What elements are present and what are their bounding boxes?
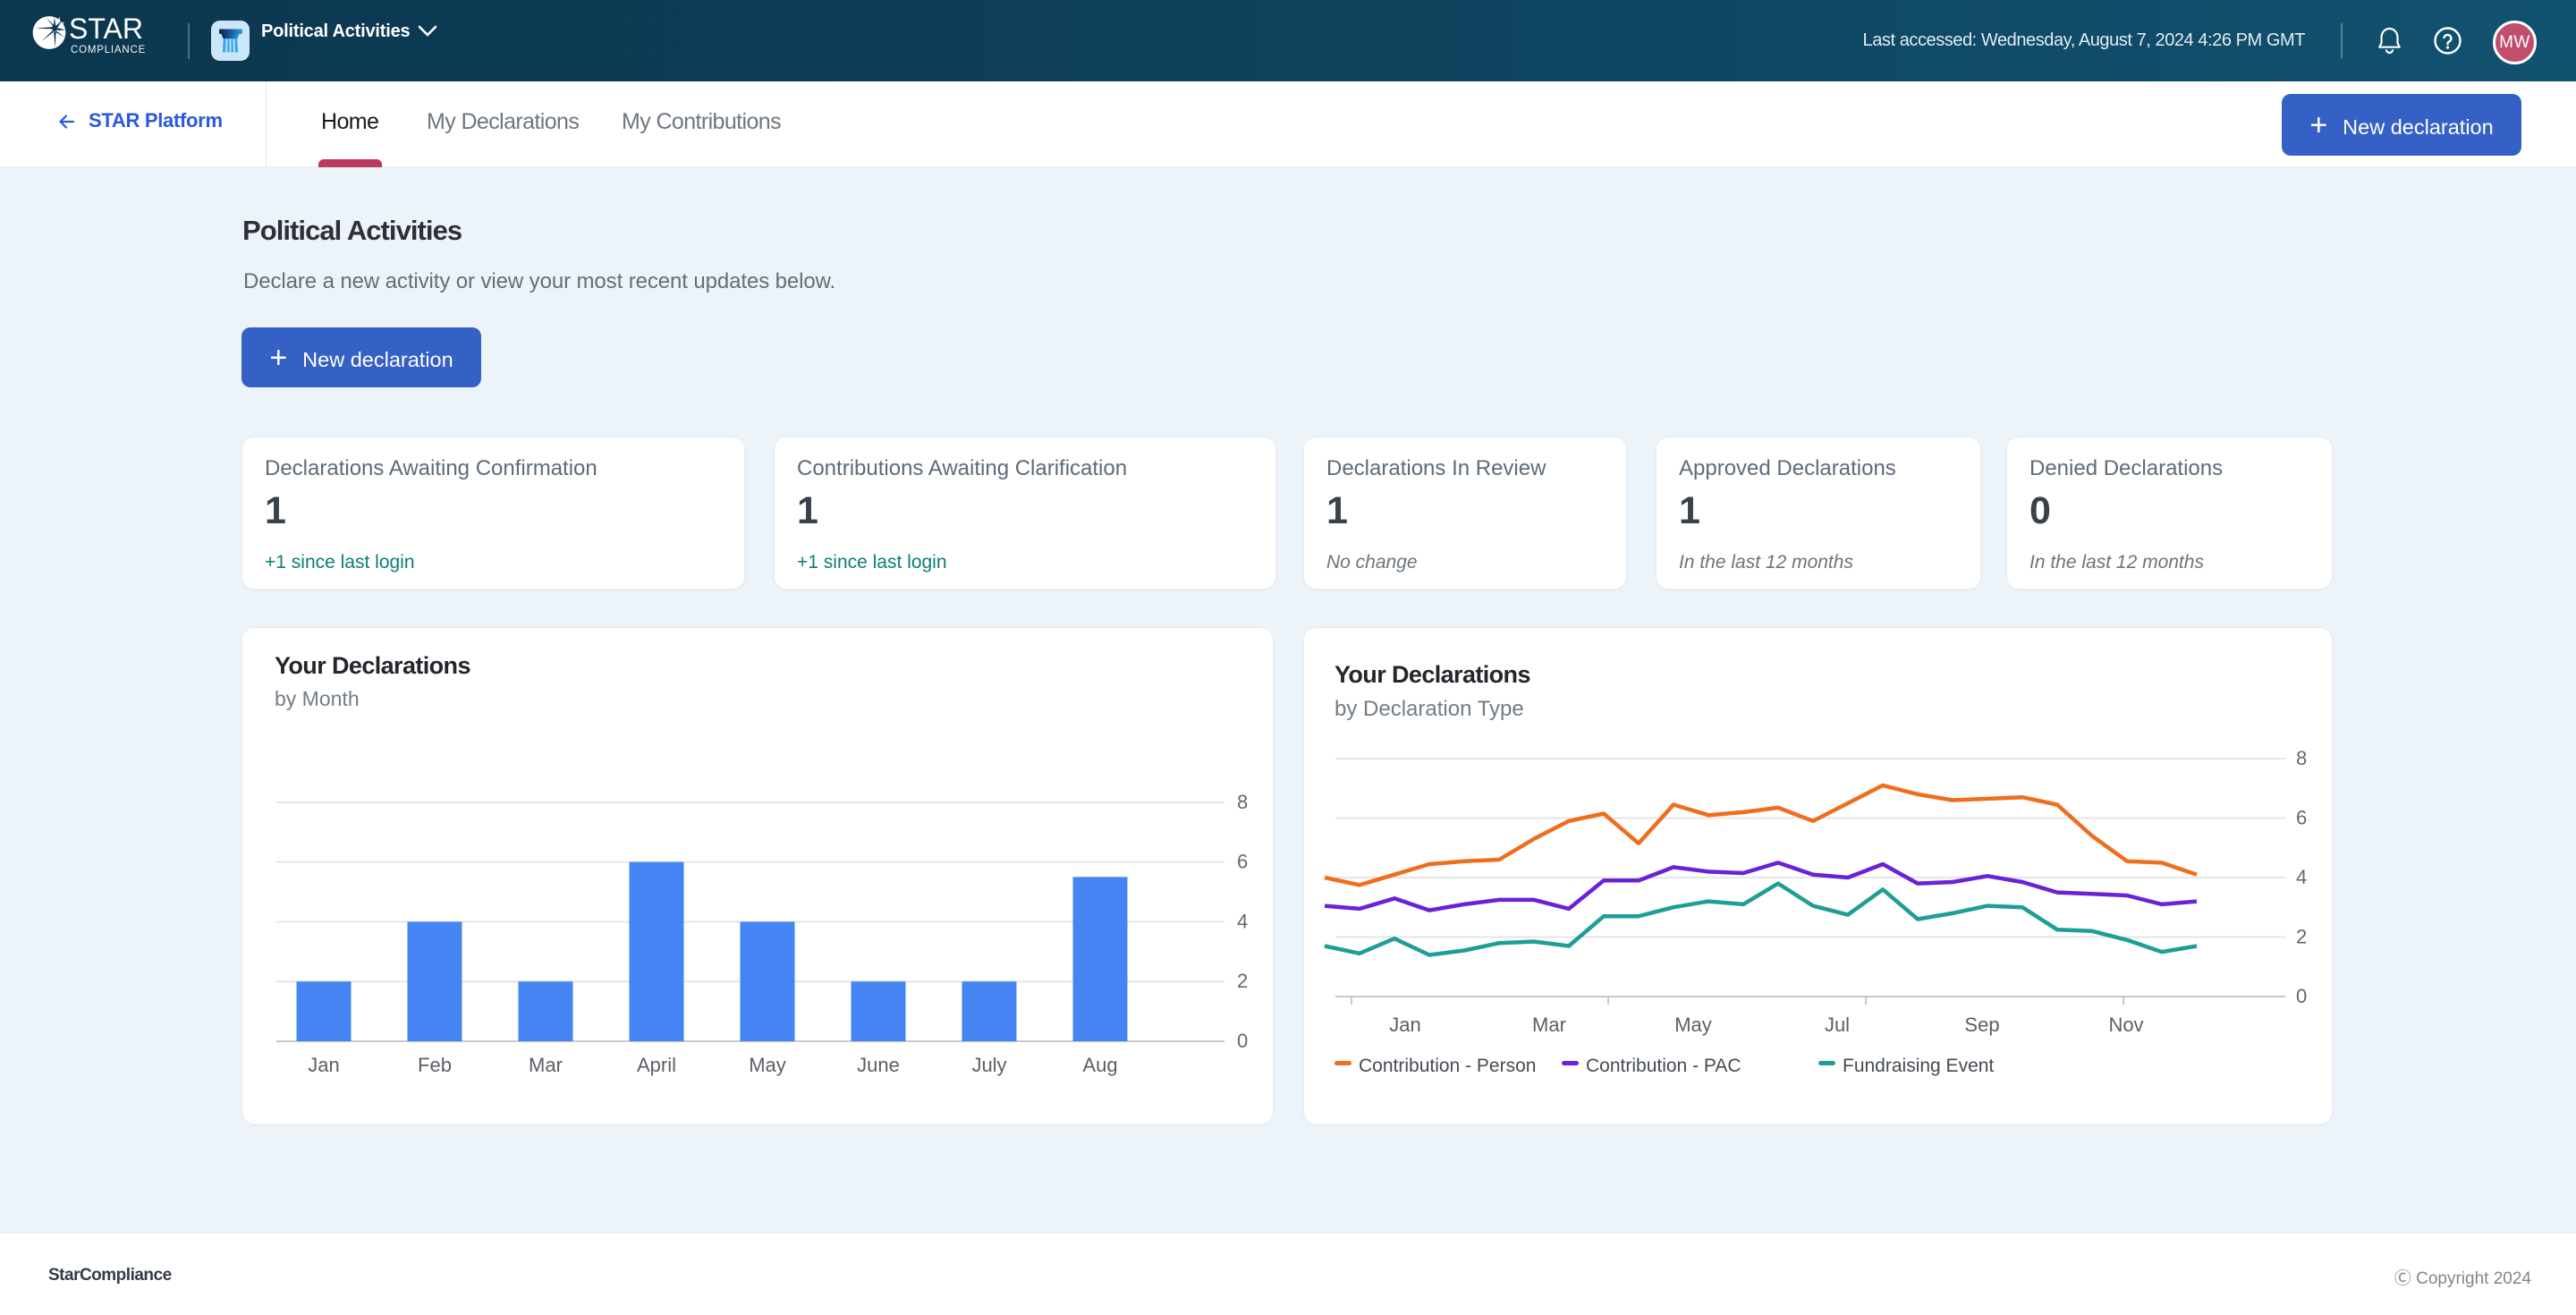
svg-text:Aug: Aug [1082, 1054, 1117, 1076]
svg-text:Sep: Sep [1964, 1014, 1999, 1036]
svg-text:Jan: Jan [1389, 1014, 1420, 1036]
svg-text:2: 2 [2296, 926, 2307, 948]
svg-text:8: 8 [2296, 747, 2307, 769]
svg-text:4: 4 [2296, 866, 2307, 888]
svg-text:Mar: Mar [529, 1054, 563, 1076]
svg-text:Contribution - Person: Contribution - Person [1359, 1056, 1536, 1076]
svg-text:May: May [1674, 1014, 1712, 1036]
svg-text:8: 8 [1237, 791, 1248, 813]
svg-text:Fundraising Event: Fundraising Event [1843, 1056, 1994, 1076]
svg-text:0: 0 [1237, 1030, 1248, 1052]
svg-text:Jan: Jan [308, 1054, 339, 1076]
svg-text:2: 2 [1237, 970, 1248, 992]
svg-text:4: 4 [1237, 910, 1248, 932]
svg-text:Contribution - PAC: Contribution - PAC [1586, 1056, 1741, 1076]
svg-text:May: May [749, 1054, 786, 1076]
svg-text:June: June [857, 1054, 900, 1076]
svg-text:Nov: Nov [2108, 1014, 2143, 1036]
svg-text:April: April [637, 1054, 676, 1076]
svg-text:Feb: Feb [418, 1054, 452, 1076]
svg-text:Jul: Jul [1825, 1014, 1850, 1036]
svg-text:Mar: Mar [1532, 1014, 1566, 1036]
svg-text:0: 0 [2296, 985, 2307, 1007]
svg-text:6: 6 [2296, 807, 2307, 829]
svg-text:6: 6 [1237, 851, 1248, 873]
svg-text:July: July [971, 1054, 1006, 1076]
